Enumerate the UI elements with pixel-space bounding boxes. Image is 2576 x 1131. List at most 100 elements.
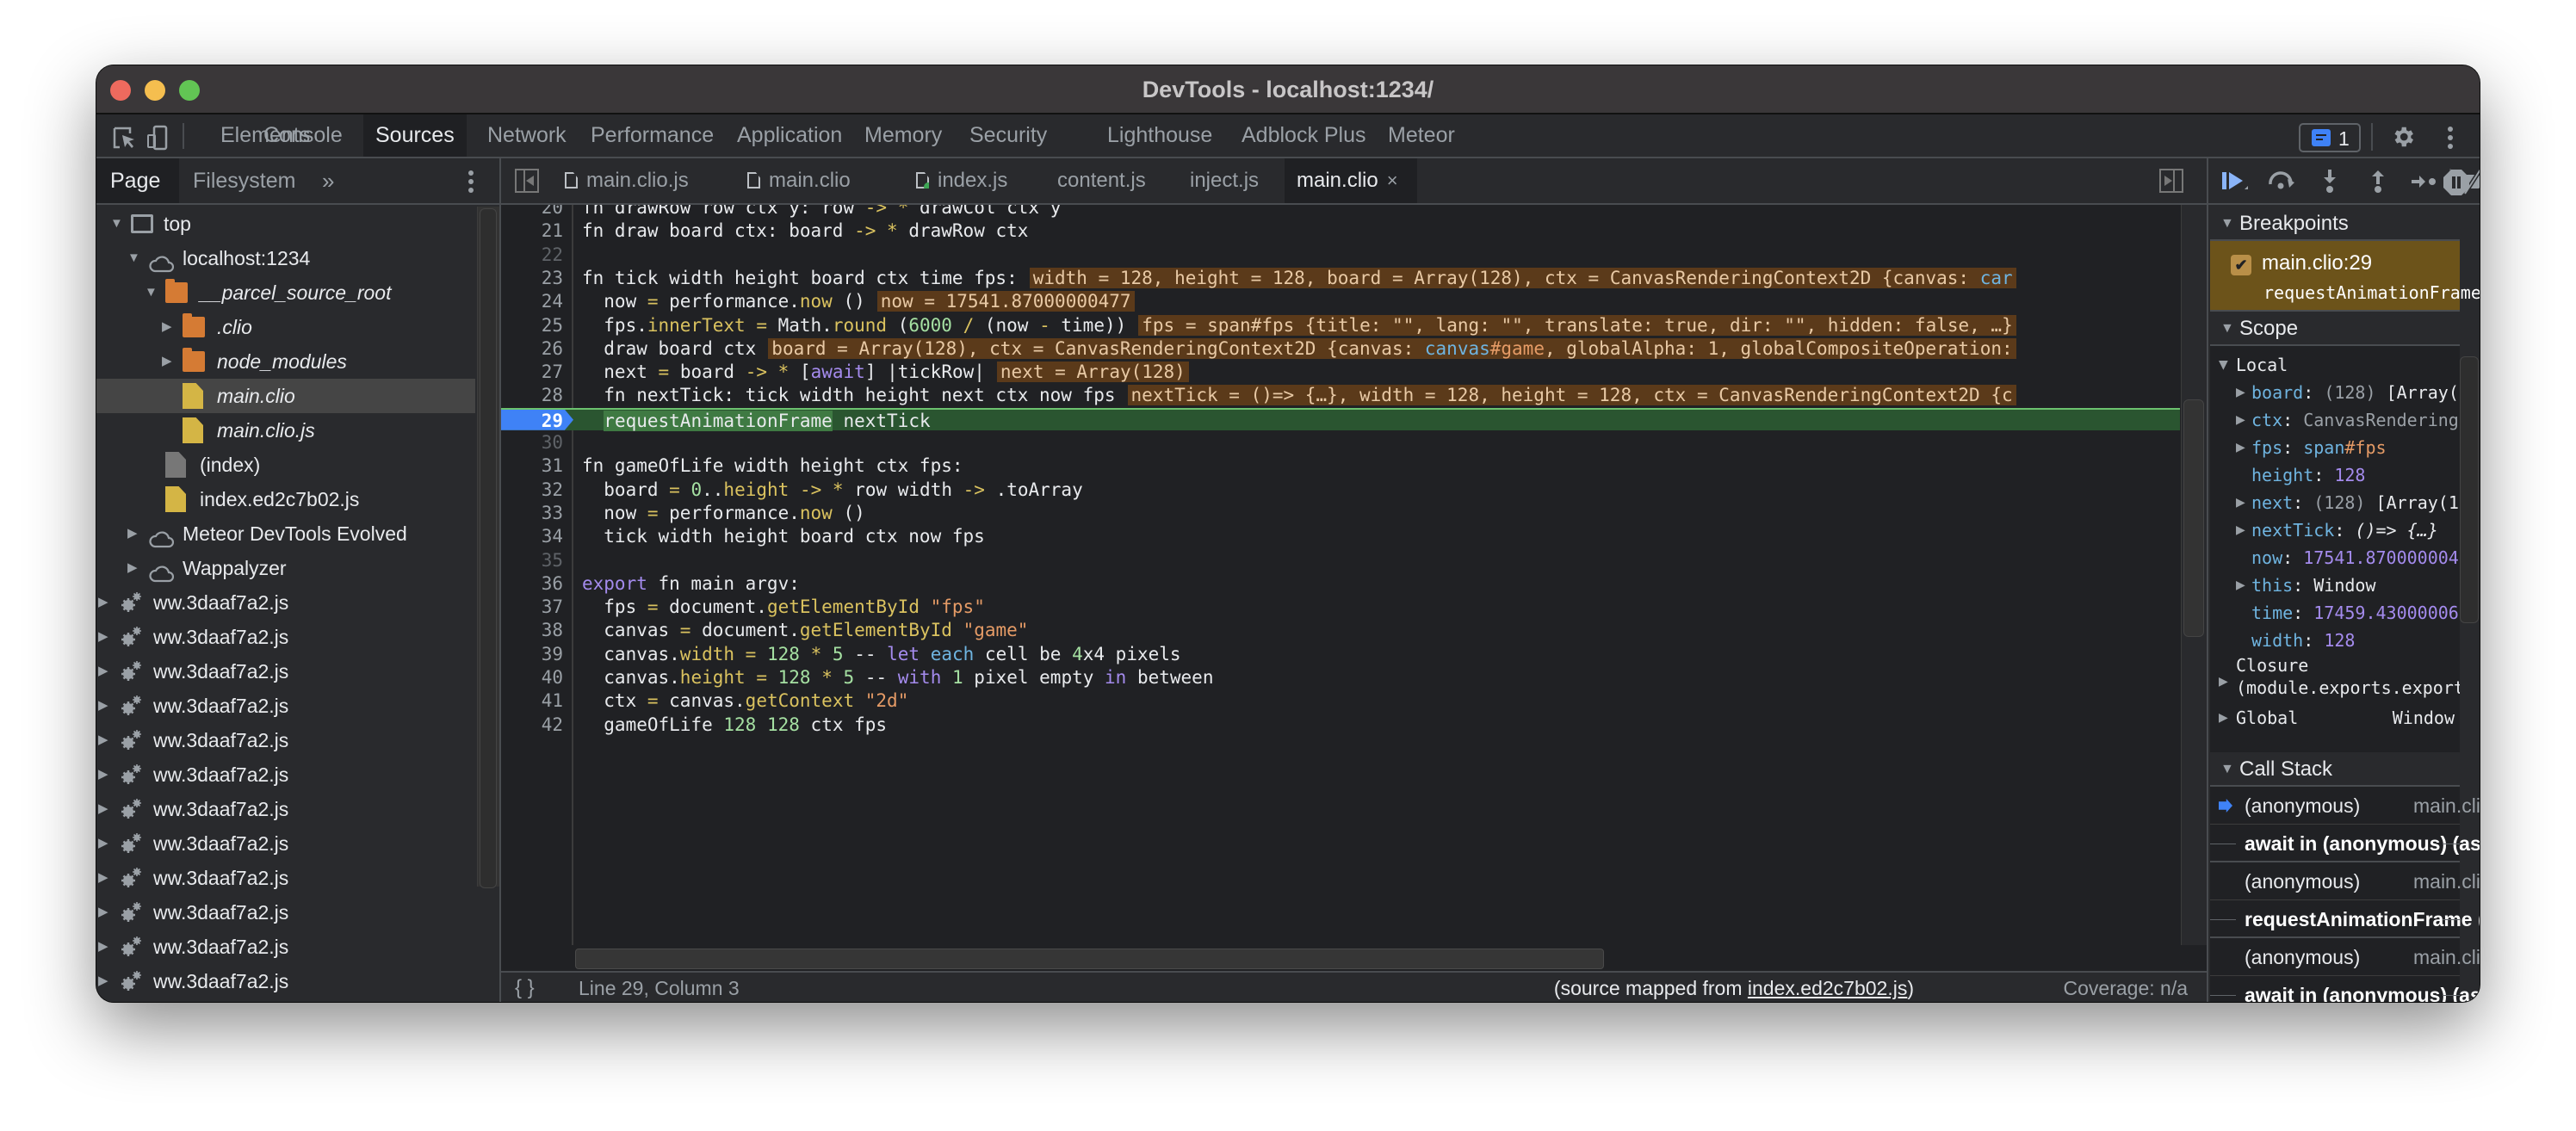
expand-arrow-right-icon[interactable]: ▶ — [98, 654, 110, 689]
line-number[interactable]: 32 — [501, 479, 563, 501]
editor-tab[interactable]: index.js — [904, 158, 1019, 203]
line-number[interactable]: 25 — [501, 314, 563, 337]
tree-item[interactable]: ▶ ww.3daaf7a2.js — [96, 723, 475, 757]
device-toolbar-icon[interactable] — [146, 125, 172, 151]
expand-arrow-right-icon[interactable]: ▶ — [98, 826, 110, 861]
expand-arrow-down-icon[interactable]: ▼ — [2219, 351, 2228, 379]
sidebar-scrollbar[interactable] — [477, 207, 499, 888]
code-line[interactable]: 35 — [501, 549, 2180, 572]
code-line[interactable]: 38 canvas = document.getElementById "gam… — [501, 619, 2180, 641]
breakpoint-checkbox[interactable]: ✔ — [2231, 255, 2251, 275]
scope-variable[interactable]: time: 17459.430000066757 — [2210, 599, 2460, 627]
line-number[interactable]: 26 — [501, 337, 563, 360]
pause-on-exceptions-icon[interactable] — [2443, 169, 2472, 195]
expand-arrow-right-icon[interactable]: ▶ — [2236, 406, 2245, 434]
code-line[interactable]: 26 draw board ctx board = Array(128), ctx… — [501, 337, 2180, 360]
tab-security[interactable]: Security — [957, 114, 1059, 157]
tree-item[interactable]: ▶ ww.3daaf7a2.js — [96, 654, 475, 689]
code-line[interactable]: 20 fn drawRow row ctx y: row -> * drawCol… — [501, 205, 2180, 219]
tree-item[interactable]: ▶ ww.3daaf7a2.js — [96, 757, 475, 792]
source-map-link[interactable]: index.ed2c7b02.js — [1748, 977, 1907, 999]
scope-global[interactable]: ▶ Global Window — [2210, 704, 2460, 732]
scope-variable[interactable]: width: 128 — [2210, 627, 2460, 654]
line-number[interactable]: 24 — [501, 290, 563, 312]
scope-variable[interactable]: ▶ fps: span#fps — [2210, 434, 2460, 461]
call-frame[interactable]: (anonymous)main.clio:29 — [2210, 938, 2480, 976]
editor-horizontal-scrollbar[interactable] — [573, 945, 2181, 971]
scope-header[interactable]: ▼ Scope — [2210, 312, 2460, 346]
tab-performance[interactable]: Performance — [579, 114, 726, 157]
expand-arrow-right-icon[interactable]: ▶ — [98, 757, 110, 792]
code-line[interactable]: 25 fps.innerText = Math.round (6000 / (n… — [501, 314, 2180, 337]
toggle-navigator-icon[interactable] — [515, 169, 539, 193]
line-number[interactable]: 34 — [501, 525, 563, 547]
tree-item[interactable]: main.clio.js — [96, 413, 475, 448]
line-number[interactable]: 38 — [501, 619, 563, 641]
code-line[interactable]: 40 canvas.height = 128 * 5 -- with 1 pix… — [501, 666, 2180, 689]
tree-item[interactable]: main.clio — [96, 379, 475, 413]
expand-arrow-right-icon[interactable]: ▶ — [2236, 379, 2245, 406]
tree-item[interactable]: ▶ ww.3daaf7a2.js — [96, 792, 475, 826]
toggle-debugger-icon[interactable] — [2159, 169, 2183, 193]
tab-lighthouse[interactable]: Lighthouse — [1095, 114, 1224, 157]
tree-item[interactable]: ▶ ww.3daaf7a2.js — [96, 964, 475, 998]
tab-adblock-plus[interactable]: Adblock Plus — [1229, 114, 1378, 157]
expand-arrow-right-icon[interactable]: ▶ — [2236, 434, 2245, 461]
expand-arrow-right-icon[interactable]: ▶ — [98, 585, 110, 620]
breakpoints-header[interactable]: ▼ Breakpoints — [2210, 207, 2460, 241]
tree-item[interactable]: ▶ .clio — [96, 310, 475, 344]
step-icon[interactable] — [2410, 169, 2439, 195]
scope-variable[interactable]: ▶ nextTick: ()=> {…} — [2210, 516, 2460, 544]
code-line[interactable]: 24 now = performance.now () now = 17541.8… — [501, 290, 2180, 312]
line-number[interactable]: 22 — [501, 244, 563, 266]
expand-arrow-right-icon[interactable]: ▶ — [127, 551, 139, 585]
tree-item[interactable]: ▶ ww.3daaf7a2.js — [96, 620, 475, 654]
navigator-menu-icon[interactable] — [468, 170, 474, 193]
pretty-print-button[interactable]: { } — [515, 973, 535, 1002]
expand-arrow-down-icon[interactable]: ▼ — [110, 207, 123, 241]
issues-button[interactable]: 1 — [2299, 123, 2361, 152]
code-line[interactable]: 37 fps = document.getElementById "fps" — [501, 596, 2180, 618]
line-number[interactable]: 20 — [501, 205, 563, 219]
breakpoint-item[interactable]: ✔ main.clio:29 requestAnimationFrame n… — [2210, 241, 2480, 312]
line-number[interactable]: 21 — [501, 219, 563, 242]
expand-arrow-down-icon[interactable]: ▼ — [127, 241, 140, 275]
expand-arrow-right-icon[interactable]: ▶ — [98, 861, 110, 895]
tree-item[interactable]: ▼ localhost:1234 — [96, 241, 475, 275]
step-out-icon[interactable] — [2363, 169, 2393, 195]
tree-item[interactable]: ▶ node_modules — [96, 344, 475, 379]
line-number[interactable]: 40 — [501, 666, 563, 689]
code-line[interactable]: 33 now = performance.now () — [501, 502, 2180, 524]
scope-variable[interactable]: ▶ this: Window — [2210, 572, 2460, 599]
tab-memory[interactable]: Memory — [852, 114, 954, 157]
expand-arrow-right-icon[interactable]: ▶ — [98, 895, 110, 930]
tree-item[interactable]: (index) — [96, 448, 475, 482]
scope-variable[interactable]: ▶next: (128) [Array(128), … — [2210, 489, 2460, 516]
editor-tab-active[interactable]: main.clio × — [1285, 158, 1417, 203]
editor-tab[interactable]: main.clio — [735, 158, 863, 203]
code-line[interactable]: 30 — [501, 431, 2180, 454]
expand-arrow-right-icon[interactable]: ▶ — [98, 620, 110, 654]
line-number[interactable]: 23 — [501, 267, 563, 289]
tree-item[interactable]: ▶ ww.3daaf7a2.js — [96, 930, 475, 964]
editor-vertical-scrollbar[interactable] — [2181, 205, 2207, 945]
settings-gear-icon[interactable] — [2390, 124, 2416, 154]
expand-arrow-right-icon[interactable]: ▶ — [2236, 516, 2245, 544]
code-line[interactable]: 21 fn draw board ctx: board -> * drawRow … — [501, 219, 2180, 242]
tree-item[interactable]: ▶ ww.3daaf7a2.js — [96, 895, 475, 930]
expand-arrow-right-icon[interactable]: ▶ — [162, 344, 174, 379]
editor-tab[interactable]: main.clio.js — [553, 158, 701, 203]
call-stack-header[interactable]: ▼ Call Stack — [2210, 752, 2460, 787]
inspect-element-icon[interactable] — [112, 125, 138, 151]
tree-item[interactable]: ▶ ww.3daaf7a2.js — [96, 826, 475, 861]
close-tab-icon[interactable]: × — [1387, 170, 1398, 191]
scope-variable[interactable]: ▶ctx: CanvasRenderingConte… — [2210, 406, 2460, 434]
tab-console[interactable]: Console — [251, 114, 355, 157]
tab-filesystem[interactable]: Filesystem — [179, 158, 309, 203]
line-number[interactable]: 27 — [501, 361, 563, 383]
line-number[interactable]: 29 — [501, 410, 563, 432]
tree-item[interactable]: ▼ top — [96, 207, 475, 241]
step-over-icon[interactable] — [2267, 169, 2296, 195]
code-line[interactable]: 22 — [501, 244, 2180, 266]
expand-arrow-right-icon[interactable]: ▶ — [127, 516, 139, 551]
